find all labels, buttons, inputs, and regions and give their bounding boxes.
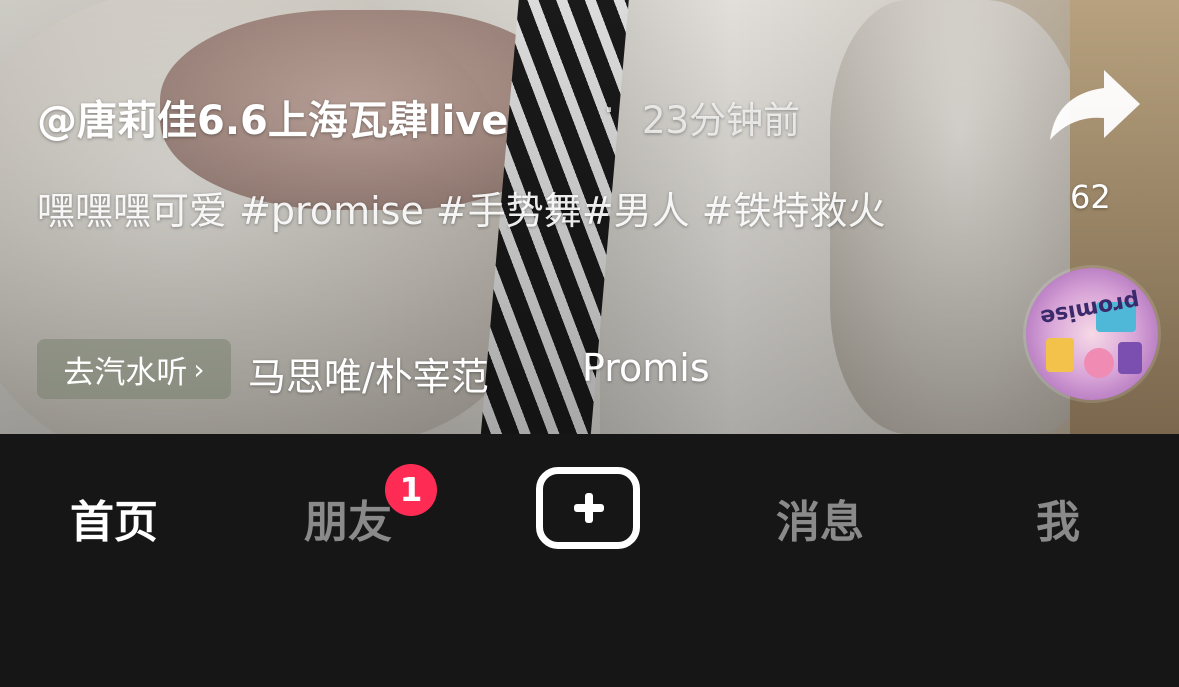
tab-me[interactable]: 我 bbox=[1036, 486, 1080, 550]
author-name[interactable]: @唐莉佳6.6上海瓦肆live bbox=[37, 88, 508, 146]
create-post-button[interactable] bbox=[536, 467, 640, 549]
post-caption[interactable]: 嘿嘿嘿可爱 #promise #手势舞#男人 #铁特救火 bbox=[37, 184, 897, 238]
meta-separator: · bbox=[603, 88, 616, 132]
music-artist[interactable]: 马思唯/朴宰范 bbox=[248, 346, 489, 401]
notification-badge: 1 bbox=[385, 464, 437, 516]
disc-art-block bbox=[1118, 342, 1142, 374]
music-title[interactable]: Promis bbox=[582, 346, 724, 390]
share-count: 62 bbox=[1070, 178, 1111, 216]
chevron-right-icon: › bbox=[193, 352, 205, 386]
open-in-qishui-button[interactable]: 去汽水听 › bbox=[37, 339, 231, 399]
open-in-qishui-label: 去汽水听 bbox=[63, 354, 188, 391]
video-player[interactable]: @唐莉佳6.6上海瓦肆live · 23分钟前 嘿嘿嘿可爱 #promise #… bbox=[0, 0, 1179, 434]
tab-home[interactable]: 首页 bbox=[70, 486, 158, 550]
plus-icon bbox=[585, 493, 593, 523]
music-disc[interactable]: promise bbox=[1026, 268, 1158, 400]
tab-friends[interactable]: 朋友 bbox=[304, 486, 392, 550]
disc-art-block bbox=[1046, 338, 1074, 372]
share-icon[interactable] bbox=[1048, 66, 1142, 144]
tab-messages[interactable]: 消息 bbox=[776, 486, 864, 550]
disc-art-block bbox=[1084, 348, 1114, 378]
post-time: 23分钟前 bbox=[642, 99, 801, 142]
bottom-tab-bar: 首页 朋友 1 消息 我 bbox=[0, 434, 1179, 687]
